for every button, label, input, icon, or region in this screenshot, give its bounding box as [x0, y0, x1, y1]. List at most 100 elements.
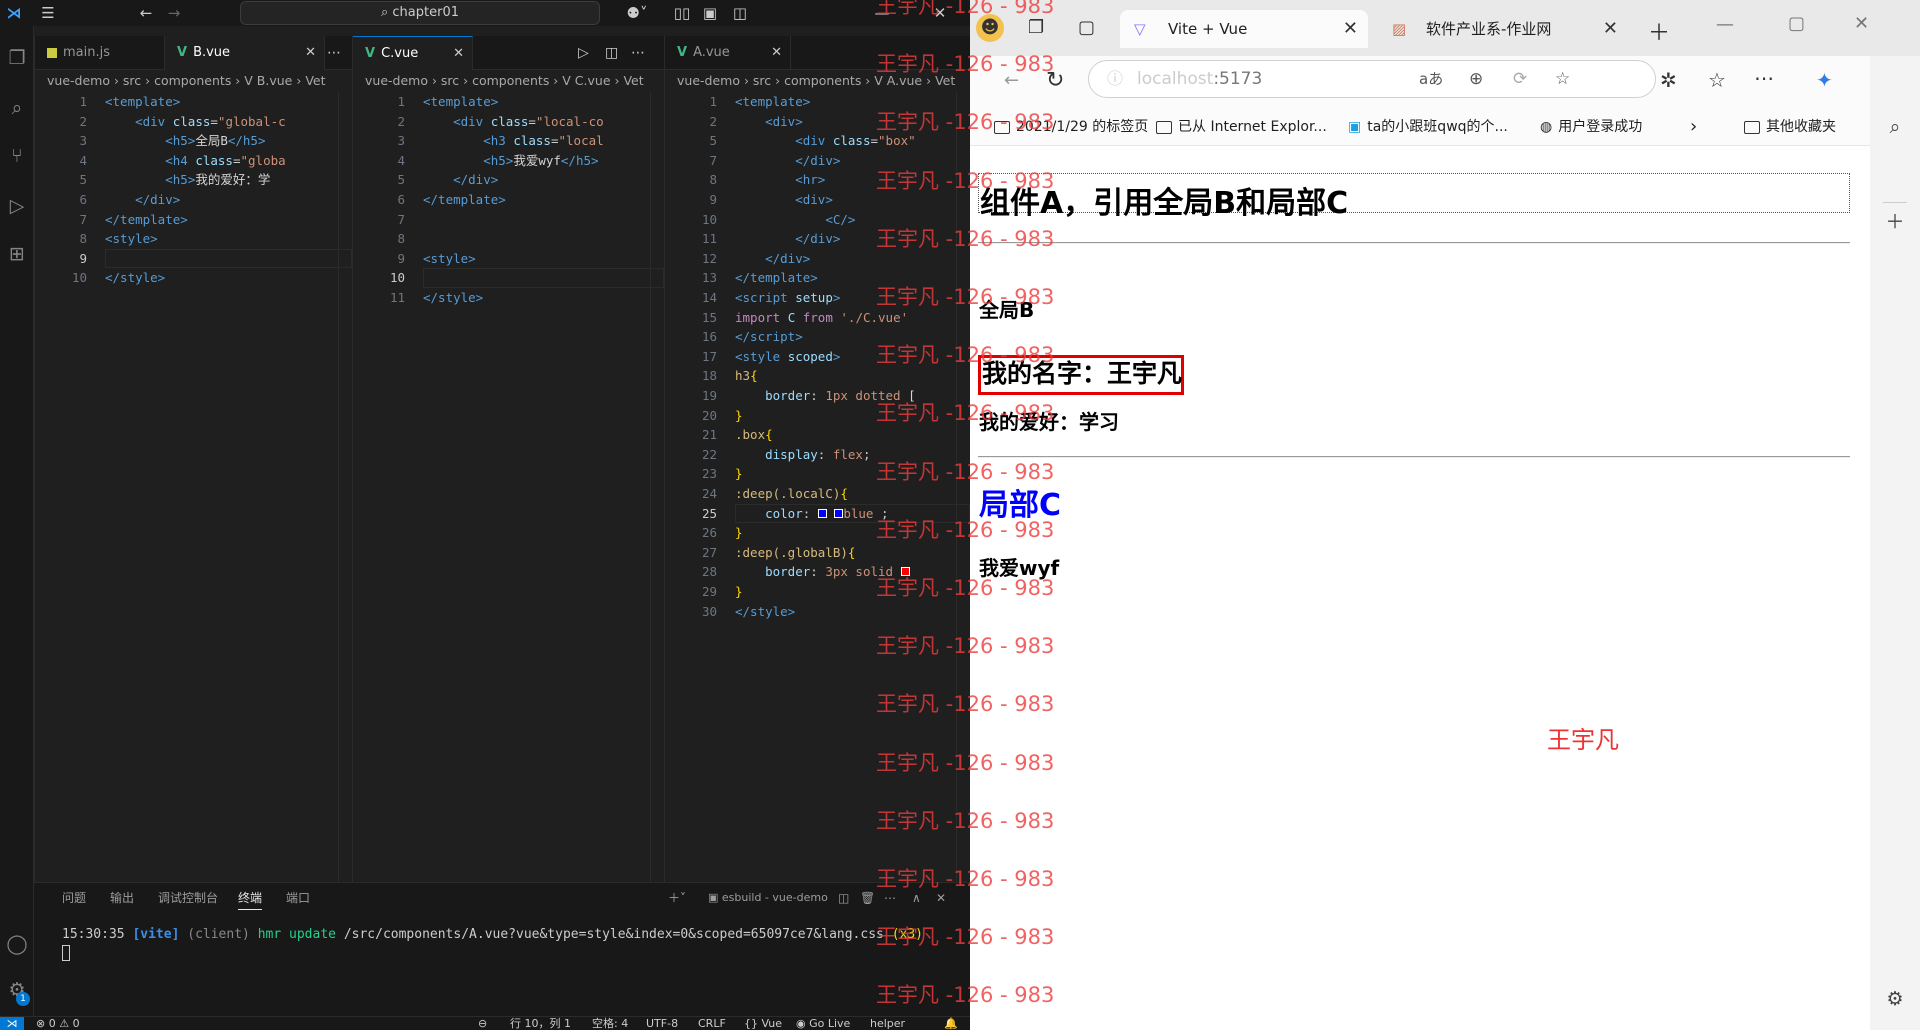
forward-arrow-icon[interactable]: →	[164, 3, 184, 23]
bookmark-bilibili[interactable]: ▣ ta的小跟班qwq的个...	[1348, 108, 1508, 146]
panel-tab-debug-console[interactable]: 调试控制台	[158, 887, 218, 909]
site-info-icon[interactable]: ⓘ	[1107, 61, 1123, 97]
browser-tab-vite-vue[interactable]: ▽ Vite + Vue ✕	[1120, 10, 1368, 48]
extensions-icon[interactable]: ✲	[1660, 68, 1677, 92]
new-tab-icon[interactable]: ＋	[1648, 15, 1670, 47]
indentation[interactable]: 空格: 4	[592, 1017, 628, 1030]
minimize-window-icon[interactable]: —	[872, 3, 892, 23]
command-center[interactable]: ⌕ chapter01	[240, 1, 600, 25]
breadcrumb[interactable]: vue-demo › src › components › V B.vue › …	[35, 70, 352, 92]
code-editor[interactable]: 1 <template> 2 <div class="local-co 3 <h3 c…	[353, 92, 664, 882]
line-number: 2	[709, 113, 717, 129]
tab-c-vue[interactable]: V C.vue ✕	[353, 36, 473, 70]
terminal-output[interactable]: 15:30:35 [vite] (client) hmr update /src…	[62, 927, 923, 961]
breadcrumb[interactable]: vue-demo › src › components › V A.vue › …	[665, 70, 970, 92]
helper-status[interactable]: helper	[870, 1017, 905, 1030]
explorer-icon[interactable]: ❐	[5, 46, 29, 70]
tab-main-js[interactable]: main.js	[35, 36, 165, 70]
line-number: 9	[79, 250, 87, 266]
menu-icon[interactable]: ☰	[38, 3, 58, 23]
layout-panel-icon[interactable]: ▣	[700, 3, 720, 23]
language-mode[interactable]: {} Vue	[744, 1017, 782, 1030]
minimize-window-icon[interactable]: —	[1716, 14, 1734, 35]
close-tab-icon[interactable]: ✕	[771, 36, 782, 70]
line-text: <h5>我的爱好：学	[165, 172, 271, 188]
source-control-icon[interactable]: ⑂	[5, 144, 29, 168]
code-line: 14 <script setup>	[665, 288, 970, 308]
more-menu-icon[interactable]: ⋯	[1754, 66, 1774, 90]
bell-icon[interactable]: ⊖	[478, 1017, 487, 1030]
bookmark-other-favorites[interactable]: 其他收藏夹	[1744, 108, 1836, 146]
line-number: 3	[397, 133, 405, 149]
minimap[interactable]	[956, 92, 970, 882]
panel-tab-ports[interactable]: 端口	[286, 887, 310, 909]
tab-a-vue[interactable]: V A.vue ✕	[665, 36, 791, 70]
url-text[interactable]: localhost:5173	[1137, 61, 1262, 97]
profile-avatar[interactable]: ☻	[976, 14, 1004, 42]
close-tab-icon[interactable]: ✕	[1603, 10, 1618, 48]
more-bookmarks-icon[interactable]: ›	[1690, 108, 1697, 146]
back-arrow-icon[interactable]: ←	[136, 3, 156, 23]
translate-icon[interactable]: aあ	[1419, 61, 1443, 97]
encoding[interactable]: UTF-8	[646, 1017, 678, 1030]
more-actions-icon[interactable]: ⋯	[327, 36, 341, 70]
read-aloud-icon[interactable]: ⟳	[1513, 61, 1527, 97]
maximize-window-icon[interactable]: ▢	[1788, 13, 1805, 34]
remote-icon[interactable]: ⋊	[0, 1017, 24, 1030]
bookmark-login[interactable]: ◍ 用户登录成功	[1540, 108, 1642, 146]
browser-tab-zuoye[interactable]: ▨ 软件产业系-作业网 ✕	[1378, 10, 1628, 48]
account-icon[interactable]: ◯	[5, 932, 29, 956]
copilot-icon[interactable]: ✦	[1816, 68, 1833, 92]
tab-actions-icon[interactable]: ▢	[1078, 17, 1095, 38]
url-bar[interactable]: ⓘ localhost:5173 aあ ⊕ ⟳ ☆	[1088, 60, 1656, 98]
minimap[interactable]	[338, 92, 352, 882]
search-icon[interactable]: ⌕	[5, 96, 29, 120]
terminal-selector[interactable]: ▣ esbuild - vue-demo	[708, 887, 828, 909]
split-editor-icon[interactable]: ◫	[605, 36, 618, 70]
run-icon[interactable]: ▷	[578, 36, 589, 70]
cursor-position[interactable]: 行 10，列 1	[510, 1017, 571, 1030]
back-arrow-icon[interactable]: ←	[1004, 70, 1019, 91]
bookmark-folder-tabs[interactable]: 2021/1/29 的标签页	[994, 108, 1148, 146]
zoom-icon[interactable]: ⊕	[1469, 61, 1483, 97]
extensions-icon[interactable]: ⊞	[5, 242, 29, 266]
line-text: </template>	[423, 192, 506, 207]
sidebar-settings-icon[interactable]: ⚙	[1883, 988, 1907, 1010]
panel-tab-output[interactable]: 输出	[110, 887, 134, 909]
sidebar-add-icon[interactable]: ＋	[1883, 202, 1907, 234]
line-text: </div>	[135, 192, 181, 207]
refresh-icon[interactable]: ↻	[1046, 68, 1064, 93]
layout-sidebar-icon[interactable]: ▯▯	[672, 3, 692, 23]
favorites-icon[interactable]: ☆	[1708, 68, 1726, 92]
code-editor[interactable]: 1 <template> 2 <div> 5 <div class="box" 7 </…	[665, 92, 970, 882]
go-live[interactable]: ◉ Go Live	[796, 1017, 850, 1030]
run-debug-icon[interactable]: ▷	[5, 194, 29, 218]
maximize-panel-icon[interactable]: ∧	[912, 887, 921, 909]
close-panel-icon[interactable]: ✕	[936, 887, 946, 909]
copilot-icon[interactable]: ⚉˅	[620, 3, 654, 23]
panel-tab-problems[interactable]: 问题	[62, 887, 86, 909]
new-terminal-icon[interactable]: ＋˅	[668, 887, 686, 909]
kill-terminal-icon[interactable]: 🗑	[860, 887, 875, 909]
more-actions-icon[interactable]: ⋯	[631, 36, 645, 70]
layout-secondary-icon[interactable]: ◫	[730, 3, 750, 23]
add-favorite-icon[interactable]: ☆	[1555, 61, 1570, 97]
close-tab-icon[interactable]: ✕	[305, 36, 316, 70]
notifications-icon[interactable]: 🔔	[944, 1017, 958, 1030]
code-editor[interactable]: 1 <template> 2 <div class="global-c 3 <h5>全…	[35, 92, 352, 882]
line-ending[interactable]: CRLF	[698, 1017, 726, 1030]
bookmark-folder-ie[interactable]: 已从 Internet Explor...	[1156, 108, 1327, 146]
workspaces-icon[interactable]: ❐	[1028, 17, 1044, 38]
close-window-icon[interactable]: ✕	[1854, 13, 1869, 34]
split-terminal-icon[interactable]: ◫	[838, 887, 849, 909]
panel-tab-terminal[interactable]: 终端	[238, 887, 263, 910]
problems-count[interactable]: ⊗ 0 ⚠ 0	[36, 1017, 80, 1030]
close-tab-icon[interactable]: ✕	[453, 37, 464, 70]
minimap[interactable]	[650, 92, 664, 882]
close-window-icon[interactable]: ✕	[930, 3, 950, 23]
breadcrumb[interactable]: vue-demo › src › components › V C.vue › …	[353, 70, 664, 92]
sidebar-search-icon[interactable]: ⌕	[1883, 116, 1907, 138]
close-tab-icon[interactable]: ✕	[1343, 10, 1358, 48]
tab-b-vue[interactable]: V B.vue ✕	[165, 36, 325, 70]
panel-more-icon[interactable]: ⋯	[884, 887, 896, 909]
